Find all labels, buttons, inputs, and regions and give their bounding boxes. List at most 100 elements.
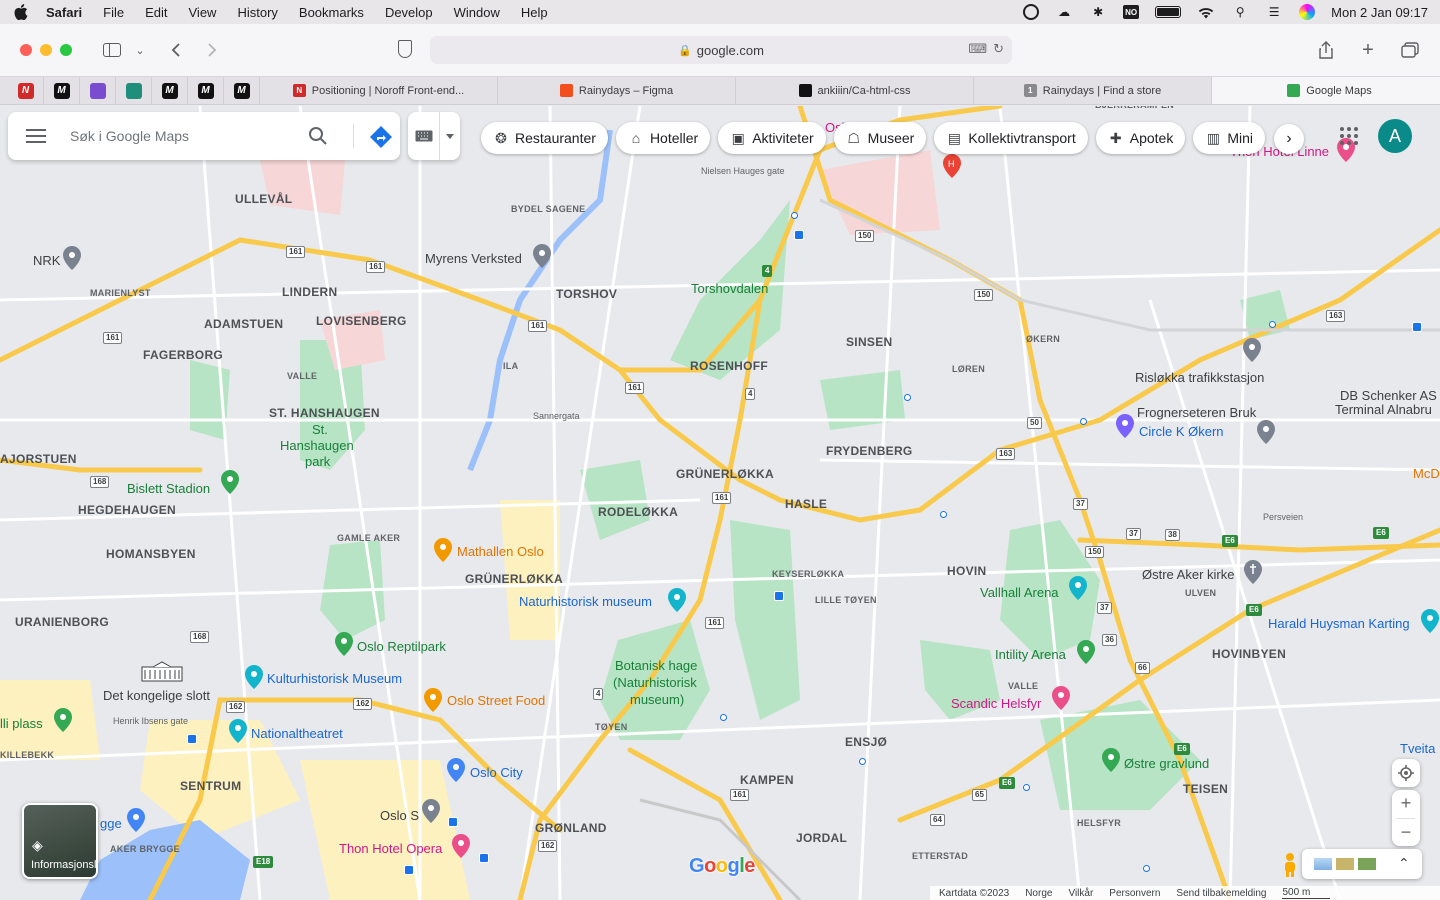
- place-label[interactable]: Circle K Økern: [1139, 424, 1224, 439]
- back-button[interactable]: [162, 36, 190, 64]
- shopping-pin-icon[interactable]: [127, 808, 145, 832]
- park-pin-icon[interactable]: [54, 708, 72, 732]
- place-label[interactable]: Oslo S: [380, 808, 419, 823]
- clock[interactable]: Mon 2 Jan 09:17: [1331, 5, 1428, 20]
- tab-group-chevron-icon[interactable]: ⌄: [126, 36, 154, 64]
- place-label[interactable]: Det kongelige slott: [103, 688, 210, 703]
- country-link[interactable]: Norge: [1025, 888, 1052, 899]
- place-label[interactable]: Oslo City: [470, 765, 523, 780]
- place-label[interactable]: Harald Huysman Karting: [1268, 616, 1410, 631]
- map-canvas[interactable]: ULLEVÅL LINDERN ADAMSTUEN LOVISENBERG FAGERB…: [0, 106, 1440, 900]
- chip-museer[interactable]: ☖ Museer: [833, 122, 927, 154]
- shopping-pin-icon[interactable]: [447, 758, 465, 782]
- pinned-tab[interactable]: [80, 77, 116, 104]
- search-icon[interactable]: ⚲: [1231, 5, 1249, 19]
- browser-tab[interactable]: Google Maps: [1212, 77, 1440, 104]
- menu-help[interactable]: Help: [521, 5, 548, 20]
- transit-stop-icon[interactable]: [1412, 322, 1422, 332]
- share-button[interactable]: [1312, 36, 1340, 64]
- keyboard-icon[interactable]: [408, 112, 440, 160]
- menu-develop[interactable]: Develop: [385, 5, 433, 20]
- place-label[interactable]: Thon Hotel Opera: [339, 841, 442, 856]
- sidebar-toggle-button[interactable]: [98, 36, 126, 64]
- control-center-icon[interactable]: ☰: [1265, 5, 1283, 19]
- place-label[interactable]: park: [305, 454, 330, 469]
- satellite-thumb-icon[interactable]: [1314, 858, 1332, 870]
- terrain-thumb-icon[interactable]: [1336, 858, 1354, 870]
- place-label[interactable]: gge: [100, 816, 122, 831]
- browser-tab[interactable]: 1 Rainydays | Find a store: [974, 77, 1212, 104]
- translate-icon[interactable]: ⌨: [968, 41, 987, 57]
- pinned-tab[interactable]: M: [44, 77, 80, 104]
- reload-icon[interactable]: ↻: [993, 41, 1004, 57]
- restaurant-pin-icon[interactable]: [424, 688, 442, 712]
- landmark-pin-icon[interactable]: [1257, 420, 1275, 444]
- place-label[interactable]: Oslo Street Food: [447, 693, 545, 708]
- forward-button[interactable]: [198, 36, 226, 64]
- place-label[interactable]: Torshovdalen: [691, 281, 768, 296]
- church-pin-icon[interactable]: [1244, 560, 1262, 584]
- imagery-strip[interactable]: ⌃: [1302, 849, 1422, 879]
- pegman-icon[interactable]: [1280, 852, 1300, 878]
- layers-button[interactable]: ◈ Informasjonsl: [22, 803, 98, 879]
- place-label[interactable]: Naturhistorisk museum: [519, 594, 652, 609]
- theatre-pin-icon[interactable]: [229, 719, 247, 743]
- landmark-pin-icon[interactable]: [63, 246, 81, 270]
- place-label[interactable]: DB Schenker AS: [1340, 388, 1437, 403]
- pinned-tab[interactable]: [116, 77, 152, 104]
- place-label[interactable]: (Naturhistorisk: [613, 675, 697, 690]
- privacy-link[interactable]: Personvern: [1109, 888, 1160, 899]
- bus-stop-icon[interactable]: [859, 758, 866, 765]
- place-label[interactable]: Intility Arena: [995, 647, 1066, 662]
- zoom-window-button[interactable]: [60, 44, 72, 56]
- biking-thumb-icon[interactable]: [1358, 858, 1376, 870]
- hotel-pin-icon[interactable]: [452, 834, 470, 858]
- privacy-report-icon[interactable]: [398, 40, 412, 58]
- place-label[interactable]: museum): [630, 692, 684, 707]
- hotel-pin-icon[interactable]: [1052, 686, 1070, 710]
- browser-tab[interactable]: ankiiin/Ca-html-css: [736, 77, 974, 104]
- stadium-pin-icon[interactable]: [221, 470, 239, 494]
- terms-link[interactable]: Vilkår: [1068, 888, 1093, 899]
- search-input[interactable]: [70, 128, 290, 144]
- place-label[interactable]: Risløkka trafikkstasjon: [1135, 370, 1264, 385]
- transit-stop-icon[interactable]: [479, 853, 489, 863]
- place-label[interactable]: Myrens Verksted: [425, 251, 522, 266]
- google-apps-icon[interactable]: [1340, 127, 1358, 145]
- transit-stop-icon[interactable]: [448, 817, 458, 827]
- place-label[interactable]: Vallhall Arena: [980, 585, 1059, 600]
- cloud-icon[interactable]: ☁: [1055, 5, 1073, 19]
- menu-file[interactable]: File: [103, 5, 124, 20]
- menu-window[interactable]: Window: [454, 5, 500, 20]
- gas-station-pin-icon[interactable]: [1116, 414, 1134, 438]
- browser-tab[interactable]: N Positioning | Noroff Front-end...: [260, 77, 498, 104]
- chip-kollektivtransport[interactable]: ▤ Kollektivtransport: [934, 122, 1088, 154]
- landmark-pin-icon[interactable]: [1243, 338, 1261, 362]
- chip-restauranter[interactable]: ❂ Restauranter: [481, 122, 608, 154]
- place-label[interactable]: McD: [1413, 466, 1440, 481]
- grammarly-icon[interactable]: [1023, 4, 1040, 20]
- karting-pin-icon[interactable]: [1421, 609, 1439, 633]
- zoom-out-button[interactable]: −: [1392, 819, 1420, 847]
- bus-stop-icon[interactable]: [940, 511, 947, 518]
- place-label[interactable]: Østre Aker kirke: [1142, 567, 1234, 582]
- place-label[interactable]: Frognerseteren Bruk: [1137, 405, 1256, 420]
- account-avatar[interactable]: A: [1378, 119, 1412, 153]
- place-label[interactable]: Oslo Reptilpark: [357, 639, 446, 654]
- museum-pin-icon[interactable]: [245, 665, 263, 689]
- siri-icon[interactable]: [1299, 4, 1316, 20]
- menu-safari[interactable]: Safari: [46, 5, 82, 20]
- battery-icon[interactable]: [1155, 6, 1182, 18]
- bus-stop-icon[interactable]: [1023, 784, 1030, 791]
- menu-history[interactable]: History: [237, 5, 277, 20]
- minimize-window-button[interactable]: [40, 44, 52, 56]
- bus-stop-icon[interactable]: [1143, 865, 1150, 872]
- new-tab-button[interactable]: +: [1354, 36, 1382, 64]
- chip-apotek[interactable]: ✚ Apotek: [1095, 122, 1186, 154]
- stadium-pin-icon[interactable]: [1077, 640, 1095, 664]
- bus-stop-icon[interactable]: [904, 394, 911, 401]
- transit-stop-icon[interactable]: [794, 230, 804, 240]
- place-label[interactable]: Mathallen Oslo: [457, 544, 544, 559]
- chip-hoteller[interactable]: ⌂ Hoteller: [615, 122, 711, 154]
- tab-overview-button[interactable]: [1396, 36, 1424, 64]
